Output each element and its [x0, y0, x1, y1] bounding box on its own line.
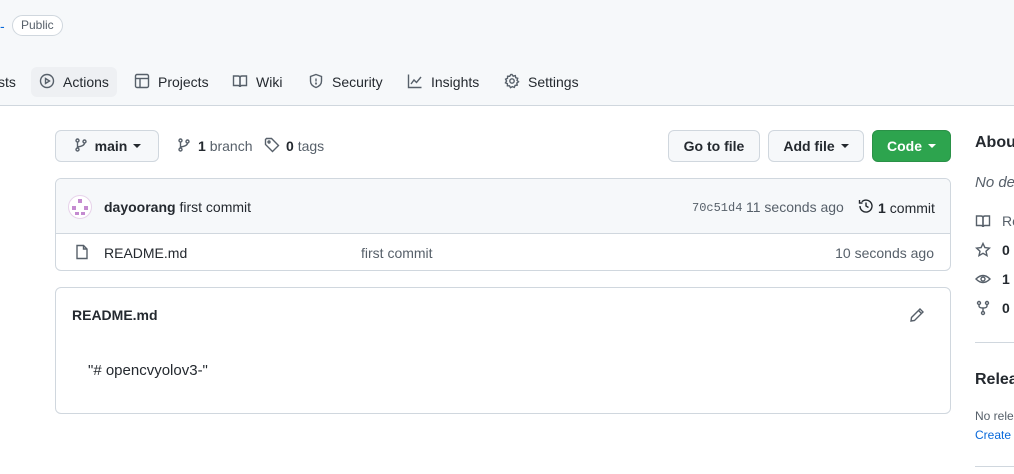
fork-icon: [975, 300, 991, 319]
watcher-count[interactable]: 1: [1002, 271, 1010, 287]
avatar[interactable]: [68, 195, 92, 222]
tab-label: Projects: [158, 74, 209, 90]
book-icon: [975, 213, 991, 232]
no-releases-text: No rele: [975, 409, 1014, 423]
readme-title: README.md: [72, 307, 158, 323]
sidebar-divider: [975, 466, 1014, 467]
tab-label: Insights: [431, 74, 480, 90]
file-name[interactable]: README.md: [104, 245, 187, 261]
play-icon: [39, 73, 55, 92]
tag-count: 0: [286, 138, 294, 154]
branch-count: 1: [198, 138, 206, 154]
releases-heading[interactable]: Relea: [975, 371, 1014, 389]
readme-content: "# opencvyolov3-": [88, 362, 208, 379]
tab-security[interactable]: Security: [308, 67, 383, 97]
commit-count-label: commit: [889, 199, 935, 216]
branches-link[interactable]: 1 branch: [176, 137, 253, 155]
repo-owner-separator: -: [0, 18, 5, 34]
file-listing: dayoorang first commit 70c51d4 11 second…: [55, 178, 951, 271]
visibility-badge: Public: [12, 15, 63, 36]
gear-icon: [504, 73, 520, 92]
readme-link[interactable]: Re: [1002, 213, 1014, 229]
edit-pencil-icon[interactable]: [909, 307, 925, 326]
eye-icon: [975, 271, 991, 290]
repo-header: - Public sts Actions Projects Wiki Secur…: [0, 0, 1014, 106]
tab-label: Security: [332, 74, 383, 90]
about-heading: Abou: [975, 134, 1014, 151]
tags-link[interactable]: 0 tags: [264, 137, 324, 155]
shield-icon: [308, 73, 324, 92]
table-icon: [134, 73, 150, 92]
tab-insights[interactable]: Insights: [407, 67, 479, 97]
code-button[interactable]: Code: [872, 130, 951, 162]
branch-name: main: [94, 138, 128, 154]
tab-label: Actions: [63, 74, 109, 90]
chevron-down-icon: [133, 144, 142, 148]
star-icon: [974, 241, 992, 261]
branch-selector-button[interactable]: main: [55, 130, 159, 162]
tab-settings[interactable]: Settings: [504, 67, 579, 97]
history-icon: [858, 198, 874, 217]
git-branch-icon: [176, 137, 192, 156]
star-count[interactable]: 0: [1002, 242, 1010, 258]
tag-label: tags: [297, 138, 325, 154]
add-file-button[interactable]: Add file: [768, 130, 864, 162]
sidebar-divider: [975, 342, 1014, 343]
tab-projects[interactable]: Projects: [134, 67, 209, 97]
file-row[interactable]: README.md first commit 10 seconds ago: [56, 234, 950, 270]
tab-label: Settings: [528, 74, 579, 90]
chevron-down-icon: [840, 144, 849, 148]
tag-icon: [264, 137, 280, 156]
commit-message[interactable]: first commit: [179, 199, 251, 215]
latest-commit-row: dayoorang first commit 70c51d4 11 second…: [56, 179, 950, 234]
code-label: Code: [887, 138, 922, 154]
tab-actions[interactable]: Actions: [31, 67, 117, 97]
chevron-down-icon: [928, 144, 936, 148]
readme-panel: README.md "# opencvyolov3-": [55, 287, 951, 414]
commit-hash[interactable]: 70c51d4: [692, 201, 742, 215]
tab-wiki[interactable]: Wiki: [232, 67, 282, 97]
graph-icon: [407, 73, 423, 92]
git-branch-icon: [73, 137, 89, 156]
tab-pull-requests[interactable]: sts: [0, 67, 16, 97]
commit-time: 11 seconds ago: [746, 199, 844, 215]
tab-label: Wiki: [256, 74, 283, 90]
file-commit-time: 10 seconds ago: [835, 245, 934, 261]
add-file-label: Add file: [783, 138, 835, 154]
go-to-file-button[interactable]: Go to file: [668, 130, 760, 162]
commit-count: 1: [878, 199, 886, 216]
commits-link[interactable]: 1 commit: [858, 198, 935, 217]
create-release-link[interactable]: Create a: [975, 428, 1014, 442]
tab-label: sts: [0, 74, 16, 90]
about-description: No de: [975, 174, 1014, 191]
fork-count[interactable]: 0: [1002, 300, 1010, 316]
book-icon: [232, 73, 248, 92]
commit-author[interactable]: dayoorang: [104, 199, 176, 215]
file-commit-message[interactable]: first commit: [361, 245, 433, 261]
branch-label: branch: [209, 138, 253, 154]
file-icon: [74, 244, 90, 263]
